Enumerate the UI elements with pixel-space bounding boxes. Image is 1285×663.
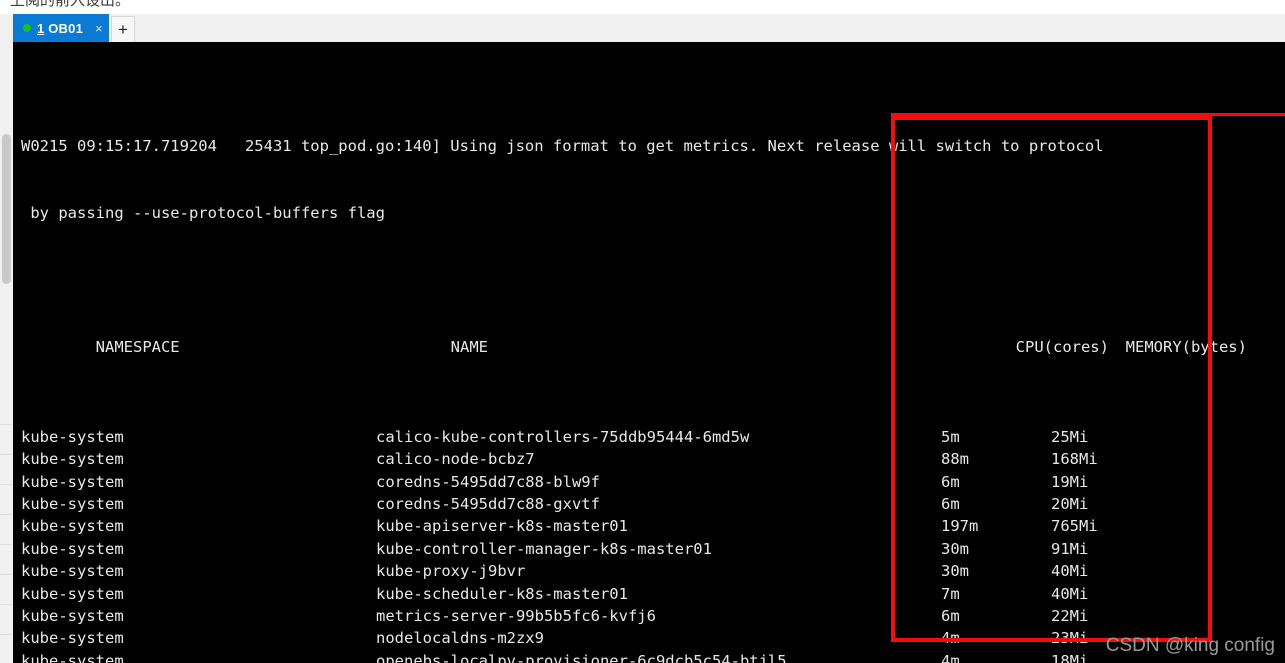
scrollbar-tick [0,634,13,635]
terminal-tab-bar: 1 OB01 × + [13,14,1285,42]
table-row: kube-system openebs-localpv-provisioner-6… [21,650,1246,663]
cell-memory: 19Mi [1051,472,1089,491]
cell-cpu: 30m [941,562,969,581]
table-row: kube-system kube-apiserver-k8s-master01 19… [21,515,1246,537]
scrollbar-tick [0,424,13,425]
close-icon[interactable]: × [95,22,103,35]
table-row: kube-system calico-node-bcbz7 88m 168Mi [21,448,1246,470]
cell-namespace: kube-system [21,606,124,625]
column-header-cpu: CPU(cores) [1015,338,1109,357]
terminal-text: W0215 09:15:17.719204 25431 top_pod.go:1… [21,45,1247,663]
table-row: kube-system kube-proxy-j9bvr 30m 40Mi [21,560,1246,582]
cell-cpu: 5m [941,427,960,446]
table-row: kube-system nodelocaldns-m2zx9 4m 23Mi [21,627,1246,649]
scrollbar-tick [0,484,13,485]
cell-memory: 40Mi [1051,584,1089,603]
cell-pod-name: metrics-server-99b5b5fc6-kvfj6 [376,606,656,625]
cell-pod-name: openebs-localpv-provisioner-6c9dcb5c54-b… [376,651,787,663]
table-header-row: NAMESPACE NAME CPU(cores) MEMORY(bytes) [21,314,1247,356]
terminal-tab-ob01[interactable]: 1 OB01 × [13,14,109,42]
cell-cpu: 88m [941,450,969,469]
cell-namespace: kube-system [21,495,124,514]
cell-pod-name: calico-node-bcbz7 [376,450,535,469]
cell-namespace: kube-system [21,629,124,648]
cell-cpu: 4m [941,629,960,648]
connection-status-dot [23,24,31,32]
cell-namespace: kube-system [21,651,124,663]
cell-pod-name: kube-controller-manager-k8s-master01 [376,539,712,558]
column-header-namespace: NAMESPACE [95,338,180,357]
scrollbar-tick [0,514,13,515]
page-scrollbar[interactable] [0,14,14,663]
cell-pod-name: nodelocaldns-m2zx9 [376,629,544,648]
tab-index-label: 1 [37,20,45,36]
cell-namespace: kube-system [21,584,124,603]
cell-pod-name: kube-proxy-j9bvr [376,562,526,581]
scrollbar-tick [0,574,13,575]
page-scrollbar-thumb[interactable] [2,134,11,284]
cell-cpu: 6m [941,606,960,625]
cell-pod-name: calico-kube-controllers-75ddb95444-6md5w [376,427,750,446]
cell-cpu: 4m [941,651,960,663]
cell-cpu: 30m [941,539,969,558]
cell-pod-name: coredns-5495dd7c88-gxvtf [376,495,600,514]
cell-memory: 91Mi [1051,539,1089,558]
terminal-output-pane[interactable]: W0215 09:15:17.719204 25431 top_pod.go:1… [13,42,1285,663]
cell-cpu: 7m [941,584,960,603]
table-rows-container: kube-system calico-kube-controllers-75ddb… [21,426,1246,663]
cell-pod-name: kube-scheduler-k8s-master01 [376,584,628,603]
watermark-text: CSDN @king config [1105,635,1275,656]
cell-namespace: kube-system [21,562,124,581]
table-row: kube-system kube-controller-manager-k8s-m… [21,538,1246,560]
annotation-underline [891,113,1285,116]
cell-memory: 22Mi [1051,606,1089,625]
table-row: kube-system metrics-server-99b5b5fc6-kvfj… [21,605,1246,627]
terminal-log-line: by passing --use-protocol-buffers flag [21,203,385,222]
cell-memory: 25Mi [1051,427,1089,446]
table-row: kube-system coredns-5495dd7c88-blw9f 6m 19M… [21,471,1246,493]
table-row: kube-system calico-kube-controllers-75ddb… [21,426,1246,448]
terminal-log-line: W0215 09:15:17.719204 25431 top_pod.go:1… [21,136,1104,155]
scrollbar-tick [0,544,13,545]
new-tab-button[interactable]: + [111,16,135,42]
cell-cpu: 197m [941,517,979,536]
scrollbar-tick [0,604,13,605]
cell-pod-name: kube-apiserver-k8s-master01 [376,517,628,536]
cell-cpu: 6m [941,495,960,514]
table-row: kube-system kube-scheduler-k8s-master01 7m… [21,583,1246,605]
table-row: kube-system coredns-5495dd7c88-gxvtf 6m 20M… [21,493,1246,515]
column-header-memory: MEMORY(bytes) [1125,338,1247,357]
cell-memory: 168Mi [1051,450,1098,469]
cell-namespace: kube-system [21,450,124,469]
cell-namespace: kube-system [21,539,124,558]
tab-title-label: OB01 [48,20,83,36]
cell-namespace: kube-system [21,472,124,491]
column-header-name: NAME [450,338,488,357]
cell-memory: 40Mi [1051,562,1089,581]
clipped-page-text-strip: 上阅的前入设出。 [0,0,1285,14]
cell-memory: 20Mi [1051,495,1089,514]
scrollbar-tick [0,454,13,455]
page-root: 上阅的前入设出。 1 OB01 × + W0215 09:15:17.71920… [0,0,1285,663]
cell-memory: 765Mi [1051,517,1098,536]
clipped-page-text: 上阅的前入设出。 [10,0,131,9]
cell-cpu: 6m [941,472,960,491]
cell-pod-name: coredns-5495dd7c88-blw9f [376,472,600,491]
cell-namespace: kube-system [21,517,124,536]
cell-namespace: kube-system [21,427,124,446]
